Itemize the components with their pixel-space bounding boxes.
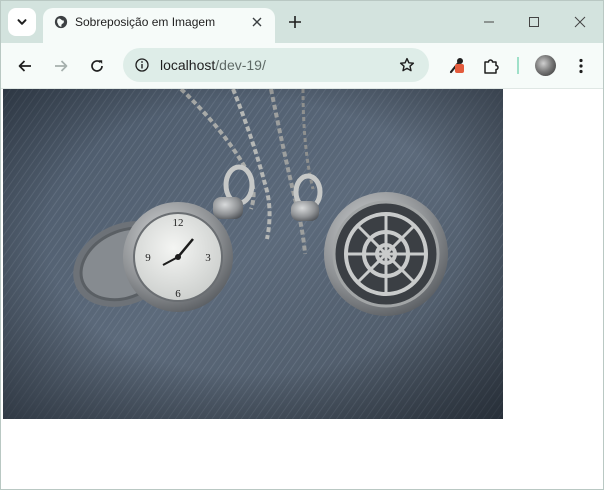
site-info-button[interactable] (132, 55, 152, 75)
close-window-button[interactable] (570, 12, 590, 32)
plus-icon (289, 16, 301, 28)
arrow-left-icon (18, 60, 31, 72)
minimize-icon (484, 21, 494, 23)
maximize-icon (529, 17, 539, 27)
avatar[interactable] (535, 55, 556, 76)
tab-strip: Sobreposição em Imagem (1, 1, 603, 43)
info-icon (135, 58, 149, 72)
globe-icon (54, 15, 68, 29)
bookmark-button[interactable] (397, 55, 417, 75)
extensions-menu-button[interactable] (478, 53, 504, 79)
page-viewport: 12 3 6 9 (1, 89, 603, 489)
toolbar: localhost/dev-19/ (1, 43, 603, 89)
tab-active[interactable]: Sobreposição em Imagem (43, 8, 275, 43)
pocket-watch-illustration: 12 3 6 9 (3, 89, 503, 419)
pocket-watch-image: 12 3 6 9 (3, 89, 503, 419)
url-text[interactable]: localhost/dev-19/ (160, 57, 266, 73)
forward-button[interactable] (48, 53, 74, 79)
kebab-menu-icon (579, 58, 583, 74)
puzzle-icon (484, 59, 499, 74)
address-bar[interactable]: localhost/dev-19/ (123, 48, 429, 82)
back-button[interactable] (12, 53, 38, 79)
toolbar-divider (517, 57, 519, 74)
chevron-down-icon (17, 19, 27, 25)
reload-button[interactable] (84, 53, 110, 79)
minimize-button[interactable] (479, 12, 499, 32)
new-tab-button[interactable] (285, 12, 305, 32)
tab-title: Sobreposição em Imagem (75, 15, 216, 29)
maximize-button[interactable] (524, 12, 544, 32)
star-icon (399, 57, 415, 72)
browser-menu-button[interactable] (568, 53, 594, 79)
tab-search-button[interactable] (8, 8, 36, 36)
close-icon (574, 16, 586, 28)
extension-badge (455, 64, 464, 73)
url-path: /dev-19/ (215, 57, 266, 73)
reload-icon (91, 60, 103, 72)
arrow-right-icon (55, 60, 68, 72)
browser-window: Sobreposição em Imagem localhost/dev-19/ (0, 0, 604, 490)
url-host: localhost (160, 57, 216, 73)
extension-button[interactable] (445, 53, 471, 79)
tab-close-button[interactable] (249, 14, 265, 30)
close-icon (252, 17, 262, 27)
